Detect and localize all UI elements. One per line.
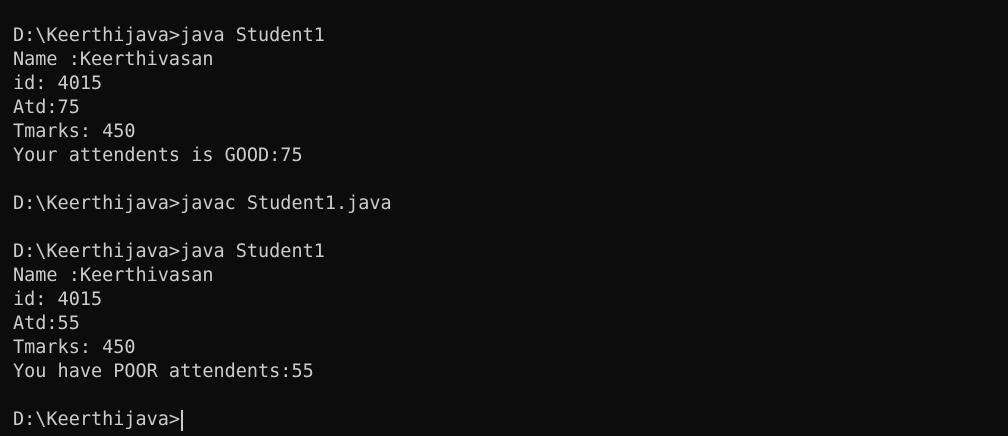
output-line: Name :Keerthivasan [13,265,214,286]
prompt-text: D:\Keerthijava> [13,409,181,430]
output-line: id: 4015 [13,289,103,310]
text-cursor [181,409,184,431]
output-line: D:\Keerthijava>javac Student1.java [13,193,392,214]
terminal-output: D:\Keerthijava>java Student1 Name :Keert… [13,24,1008,432]
output-line: id: 4015 [13,73,103,94]
output-line: D:\Keerthijava>java Student1 [13,241,325,262]
output-line: Name :Keerthivasan [13,49,214,70]
output-line: You have POOR attendents:55 [13,361,314,382]
output-line: Tmarks: 450 [13,337,136,358]
output-line: Atd:55 [13,313,80,334]
output-line: Tmarks: 450 [13,121,136,142]
command-prompt-line[interactable]: D:\Keerthijava> [13,408,1008,432]
output-line: D:\Keerthijava>java Student1 [13,25,325,46]
output-line: Your attendents is GOOD:75 [13,145,303,166]
terminal-window[interactable]: D:\Keerthijava>java Student1 Name :Keert… [0,0,1008,436]
output-line: Atd:75 [13,97,80,118]
